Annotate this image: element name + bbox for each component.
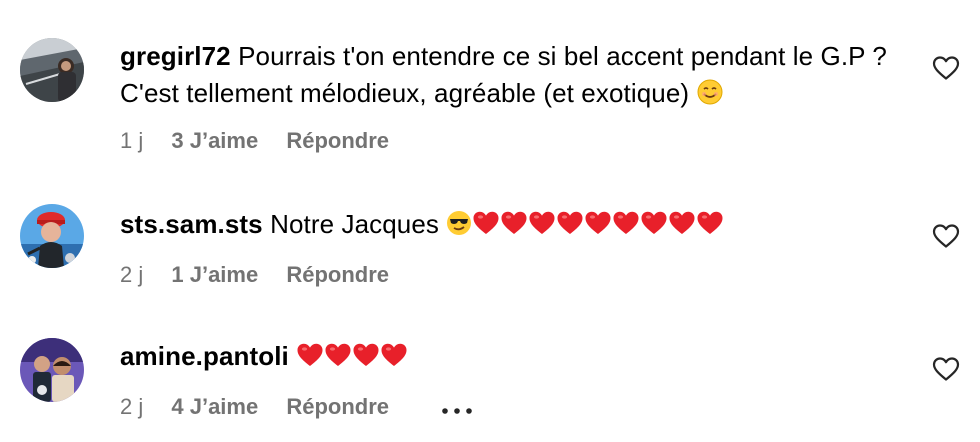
comment-time[interactable]: 2 j: [120, 262, 143, 287]
red-heart-icon: [640, 209, 668, 246]
red-heart-icon: [380, 341, 408, 378]
comment-text: gregirl72 Pourrais t'on entendre ce si b…: [120, 38, 910, 115]
sunglasses-face-icon: [446, 209, 472, 246]
comment-text: sts.sam.sts Notre Jacques: [120, 206, 910, 246]
heart-icon[interactable]: [932, 55, 960, 81]
comment-item: sts.sam.sts Notre Jacques 2 j 1 J’aime R…: [0, 170, 980, 302]
comment-meta: 2 j 4 J’aime Répondre: [120, 394, 473, 421]
red-heart-icon: [612, 209, 640, 246]
more-options-icon[interactable]: [441, 395, 473, 421]
comment-text: amine.pantoli: [120, 338, 910, 378]
comment-body: Notre Jacques: [270, 209, 440, 239]
likes-count[interactable]: 3 J’aime: [171, 128, 258, 153]
comment-username[interactable]: sts.sam.sts: [120, 209, 263, 239]
comment-meta: 2 j 1 J’aime Répondre: [120, 262, 411, 288]
reply-button[interactable]: Répondre: [286, 394, 389, 419]
red-heart-icon: [324, 341, 352, 378]
comment-item: gregirl72 Pourrais t'on entendre ce si b…: [0, 0, 980, 170]
comment-body: Pourrais t'on entendre ce si bel accent …: [120, 41, 887, 108]
red-heart-icon: [500, 209, 528, 246]
likes-count[interactable]: 1 J’aime: [171, 262, 258, 287]
red-heart-icon: [296, 341, 324, 378]
reply-button[interactable]: Répondre: [286, 128, 389, 153]
red-heart-icon: [528, 209, 556, 246]
likes-count[interactable]: 4 J’aime: [171, 394, 258, 419]
comment-username[interactable]: amine.pantoli: [120, 341, 289, 371]
smiling-face-icon: [697, 78, 723, 115]
comment-meta: 1 j 3 J’aime Répondre: [120, 128, 411, 154]
red-heart-icon: [696, 209, 724, 246]
avatar[interactable]: [20, 204, 84, 268]
red-heart-icon: [472, 209, 500, 246]
reply-button[interactable]: Répondre: [286, 262, 389, 287]
red-heart-icon: [352, 341, 380, 378]
avatar[interactable]: [20, 338, 84, 402]
heart-icon[interactable]: [932, 223, 960, 249]
comment-item: amine.pantoli 2 j 4 J’aime Répondre: [0, 302, 980, 442]
comment-time[interactable]: 2 j: [120, 394, 143, 419]
comment-username[interactable]: gregirl72: [120, 41, 231, 71]
red-heart-icon: [556, 209, 584, 246]
red-heart-icon: [584, 209, 612, 246]
heart-icon[interactable]: [932, 356, 960, 382]
avatar[interactable]: [20, 38, 84, 102]
red-heart-icon: [668, 209, 696, 246]
comment-time[interactable]: 1 j: [120, 128, 143, 153]
